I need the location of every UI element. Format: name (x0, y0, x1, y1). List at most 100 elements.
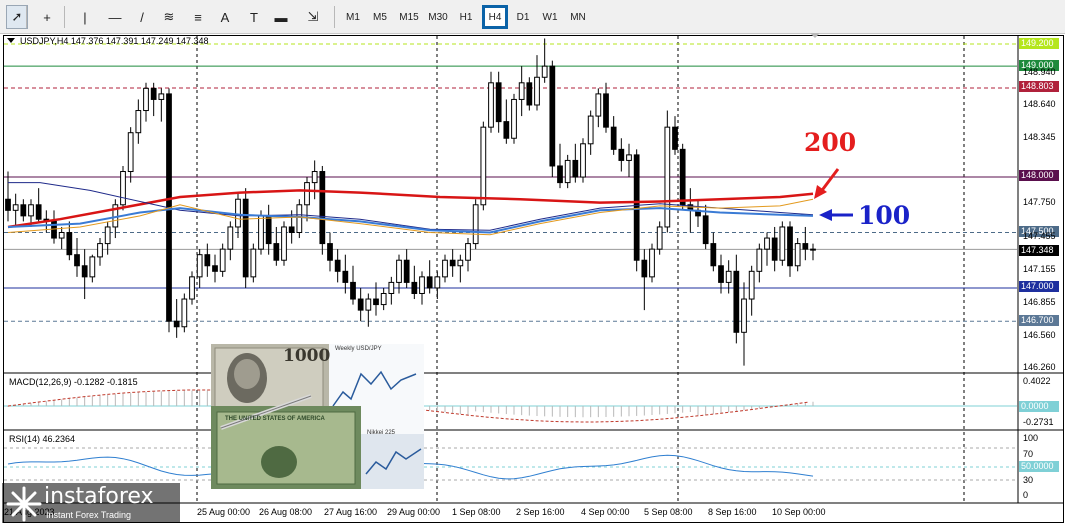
candle-body (104, 226, 111, 245)
candle-body (189, 276, 195, 300)
candle-body (173, 320, 180, 328)
candle-body (718, 265, 724, 283)
chart-title: USDJPY,H4 147.376 147.391 147.249 147.34… (20, 36, 209, 46)
candle-body (5, 198, 11, 211)
candle-body (158, 93, 165, 100)
logo-brand: instaforex (44, 484, 154, 509)
candle-body (97, 243, 103, 258)
time-axis-label: 29 Aug 00:00 (387, 507, 441, 517)
chart-shift-marker-icon (810, 33, 820, 38)
price-axis-label: 147.455 (1023, 231, 1056, 241)
banknote-value: 1000 (283, 346, 331, 366)
macd-title: MACD(12,26,9) -0.1282 -0.1815 (9, 377, 138, 387)
candle-body (227, 226, 234, 250)
trading-terminal: ➚ + | — / ≋ ≡ A T ▬ ⇲ M1 M5 M15 M30 H1 H4 D1 W1 MN USDJPY,H… (0, 0, 1065, 526)
time-axis-label: 26 Aug 08:00 (259, 507, 313, 517)
candle-body (472, 204, 479, 245)
candle-body (150, 87, 157, 100)
candle-body (281, 226, 287, 261)
price-box: 148.000 (1019, 170, 1059, 181)
candle-body (12, 204, 19, 211)
candle-body (534, 76, 540, 106)
candle-body (541, 65, 548, 78)
price-box: 147.348 (1019, 245, 1059, 256)
candle-body (518, 82, 525, 100)
candle-body (380, 292, 387, 306)
candle-body (557, 165, 563, 184)
candle-body (342, 270, 349, 283)
price-axis-label: 146.260 (1023, 362, 1056, 372)
candle-body (20, 204, 27, 217)
candle-body (641, 259, 648, 278)
candle-body (66, 232, 73, 256)
candle-body (457, 259, 464, 267)
annotation-100-arrowhead (819, 209, 832, 221)
candle-body (296, 204, 303, 234)
candle-body (503, 121, 510, 139)
candle-body (672, 126, 678, 150)
candle-body (334, 259, 341, 272)
candle-body (288, 226, 295, 234)
candle-body (764, 237, 770, 250)
candle-body (495, 82, 502, 123)
candle-body (702, 215, 709, 245)
candle-body (304, 182, 310, 206)
price-box: 149.200 (1019, 38, 1059, 49)
candle-body (748, 270, 755, 300)
candle-body (649, 248, 655, 278)
candle-body (603, 93, 609, 128)
rsi-axis-label: 0 (1023, 490, 1029, 500)
candle-body (403, 259, 410, 283)
candle-body (710, 243, 717, 267)
price-axis-label: 147.155 (1023, 264, 1056, 274)
candle-body (810, 248, 816, 251)
candle-body (365, 298, 372, 311)
candle-body (664, 126, 671, 228)
candle-body (794, 243, 801, 267)
candle-body (135, 110, 142, 134)
time-axis-label: 8 Sep 16:00 (708, 507, 757, 517)
chart-canvas[interactable] (0, 0, 1065, 526)
candle-body (388, 281, 395, 294)
candle-body (258, 215, 264, 250)
rsi-level-box: 50.0000 (1019, 461, 1059, 472)
candle-body (733, 270, 740, 333)
candle-body (442, 259, 448, 278)
candle-body (250, 248, 257, 278)
price-axis-label: 146.855 (1023, 297, 1056, 307)
price-box: 148.803 (1019, 81, 1059, 92)
candle-body (488, 82, 494, 128)
price-axis-label: 146.560 (1023, 330, 1056, 340)
candle-body (564, 159, 571, 184)
chart-menu-triangle-icon[interactable] (7, 38, 15, 43)
candle-body (465, 243, 471, 261)
annotation-100: 100 (858, 201, 911, 230)
price-box: 147.000 (1019, 281, 1059, 292)
currency-photo: 1000 Weekly USD/JPY THE UNITED STATES OF… (211, 344, 424, 489)
candle-body (426, 276, 433, 289)
candle-body (434, 276, 441, 289)
candle-body (549, 65, 556, 167)
annotation-200: 200 (804, 128, 857, 157)
candle-body (273, 243, 280, 261)
candle-body (480, 126, 487, 206)
candle-body (143, 87, 149, 112)
candle-body (81, 265, 88, 278)
candle-body (181, 298, 188, 328)
candle-body (357, 298, 364, 311)
candle-body (411, 281, 418, 294)
logo-star-icon (6, 486, 42, 522)
candle-body (28, 204, 34, 217)
candle-body (219, 248, 226, 272)
photo-note-caption: Nikkei 225 (367, 430, 396, 436)
candle-body (204, 254, 211, 267)
time-axis-label: 5 Sep 08:00 (644, 507, 693, 517)
candle-body (35, 204, 42, 220)
candle-body (756, 248, 763, 272)
candle-body (610, 126, 617, 150)
candle-body (373, 298, 379, 306)
candle-body (235, 198, 241, 228)
candle-body (787, 226, 793, 267)
candle-body (396, 259, 402, 283)
time-axis-label: 4 Sep 00:00 (581, 507, 630, 517)
